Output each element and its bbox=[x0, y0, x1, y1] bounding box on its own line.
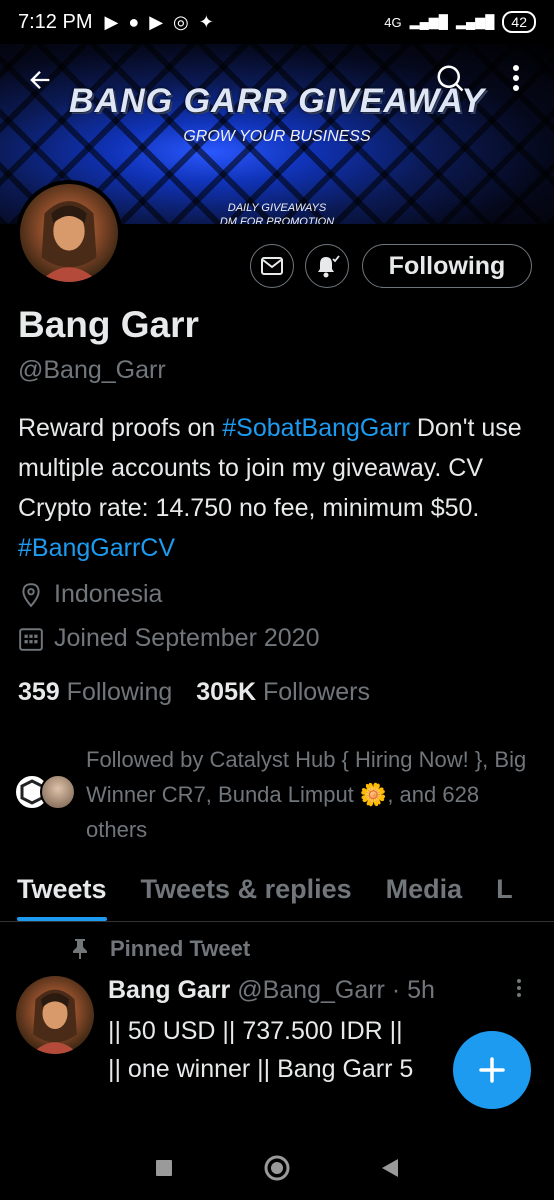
tweet-header: Bang Garr @Bang_Garr · 5h bbox=[108, 976, 435, 1005]
followers-you-know-avatars[interactable] bbox=[14, 774, 84, 810]
instagram-icon: ◎ bbox=[173, 11, 189, 32]
followed-by-text[interactable]: Followed by Catalyst Hub { Hiring Now! }… bbox=[86, 742, 536, 847]
followers-count: 305K bbox=[196, 678, 257, 706]
tweet-avatar[interactable] bbox=[16, 976, 94, 1054]
more-vertical-icon bbox=[517, 979, 521, 997]
battery-level: 42 bbox=[511, 14, 527, 30]
back-arrow-icon bbox=[30, 71, 50, 89]
plus-icon bbox=[479, 1057, 505, 1083]
avatar bbox=[40, 774, 76, 810]
back-button[interactable] bbox=[20, 60, 60, 100]
tweet-line: || 50 USD || 737.500 IDR || bbox=[108, 1017, 403, 1045]
banner-subtitle: GROW YOUR BUSINESS bbox=[183, 128, 371, 145]
battery-icon: 42 bbox=[502, 11, 536, 33]
message-button[interactable] bbox=[250, 244, 294, 288]
tab-media[interactable]: Media bbox=[369, 862, 480, 921]
system-navbar bbox=[0, 1136, 554, 1200]
tweet-line: || one winner || Bang Garr 5 bbox=[108, 1055, 414, 1083]
tab-likes[interactable]: L bbox=[479, 862, 530, 921]
tab-tweets-replies[interactable]: Tweets & replies bbox=[124, 862, 369, 921]
daisy-emoji-icon: 🌼 bbox=[359, 782, 388, 807]
search-button[interactable] bbox=[430, 58, 470, 98]
twitter-icon: ✦ bbox=[198, 11, 214, 32]
facebook-icon: ● bbox=[128, 11, 140, 32]
search-icon bbox=[437, 65, 464, 92]
location-icon bbox=[22, 582, 40, 607]
tweet-author[interactable]: Bang Garr bbox=[108, 976, 230, 1004]
location-text: Indonesia bbox=[54, 580, 163, 608]
compose-tweet-button[interactable] bbox=[453, 1031, 531, 1109]
hashtag-link[interactable]: #BangGarrCV bbox=[18, 534, 175, 562]
followers-stat[interactable]: 305K Followers bbox=[196, 678, 370, 707]
profile-joined: Joined September 2020 bbox=[18, 624, 319, 653]
profile-name: Bang Garr bbox=[18, 304, 199, 345]
notification-icons: ▶ ● ▶ ◎ ✦ bbox=[104, 12, 213, 33]
hashtag-link[interactable]: #SobatBangGarr bbox=[222, 414, 410, 442]
recents-button[interactable] bbox=[155, 1159, 173, 1177]
tweet-text[interactable]: || 50 USD || 737.500 IDR || || one winne… bbox=[108, 1012, 468, 1088]
more-button[interactable] bbox=[496, 58, 536, 98]
avatar-image bbox=[31, 989, 79, 1054]
following-label: Following bbox=[66, 678, 173, 706]
tweet-time: · 5h bbox=[391, 976, 435, 1004]
notifications-button[interactable] bbox=[305, 244, 349, 288]
tweet-more-button[interactable] bbox=[516, 978, 522, 1003]
tweet-handle: @Bang_Garr bbox=[237, 976, 385, 1004]
back-nav-button[interactable] bbox=[381, 1158, 399, 1178]
play-icon: ▶ bbox=[149, 11, 164, 32]
more-vertical-icon bbox=[513, 65, 519, 91]
profile-avatar[interactable] bbox=[16, 180, 122, 286]
profile-tabs: Tweets Tweets & replies Media L bbox=[0, 862, 554, 922]
profile-location: Indonesia bbox=[18, 580, 162, 609]
avatar-image bbox=[39, 201, 99, 282]
network-type: 4G bbox=[384, 14, 402, 30]
followers-label: Followers bbox=[263, 678, 370, 706]
play-icon: ▶ bbox=[104, 11, 119, 32]
signal-icon: ▂▄▆█ bbox=[456, 14, 495, 29]
system-icons: 4G ▂▄▆█ ▂▄▆█ 42 bbox=[384, 11, 536, 33]
calendar-icon bbox=[19, 627, 43, 651]
banner-title: BANG GARR GIVEAWAY bbox=[69, 82, 485, 120]
pinned-text: Pinned Tweet bbox=[110, 936, 251, 961]
pin-icon bbox=[73, 939, 87, 959]
profile-stats: 359 Following 305K Followers bbox=[18, 678, 370, 707]
profile-handle: @Bang_Garr bbox=[18, 356, 166, 384]
home-button[interactable] bbox=[263, 1154, 291, 1182]
tab-tweets[interactable]: Tweets bbox=[0, 862, 124, 921]
following-count: 359 bbox=[18, 678, 60, 706]
profile-bio: Reward proofs on #SobatBangGarr Don't us… bbox=[18, 408, 538, 568]
mail-icon bbox=[261, 257, 283, 275]
pinned-label: Pinned Tweet bbox=[72, 936, 250, 962]
joined-text: Joined September 2020 bbox=[54, 624, 320, 652]
following-stat[interactable]: 359 Following bbox=[18, 678, 172, 707]
following-button[interactable]: Following bbox=[362, 244, 532, 288]
status-time: 7:12 PM bbox=[18, 10, 93, 33]
bio-text: Reward proofs on bbox=[18, 414, 223, 442]
bell-icon bbox=[318, 255, 340, 278]
status-bar: 7:12 PM ▶ ● ▶ ◎ ✦ 4G ▂▄▆█ ▂▄▆█ 42 bbox=[0, 0, 554, 44]
signal-icon: ▂▄▆█ bbox=[409, 14, 448, 29]
